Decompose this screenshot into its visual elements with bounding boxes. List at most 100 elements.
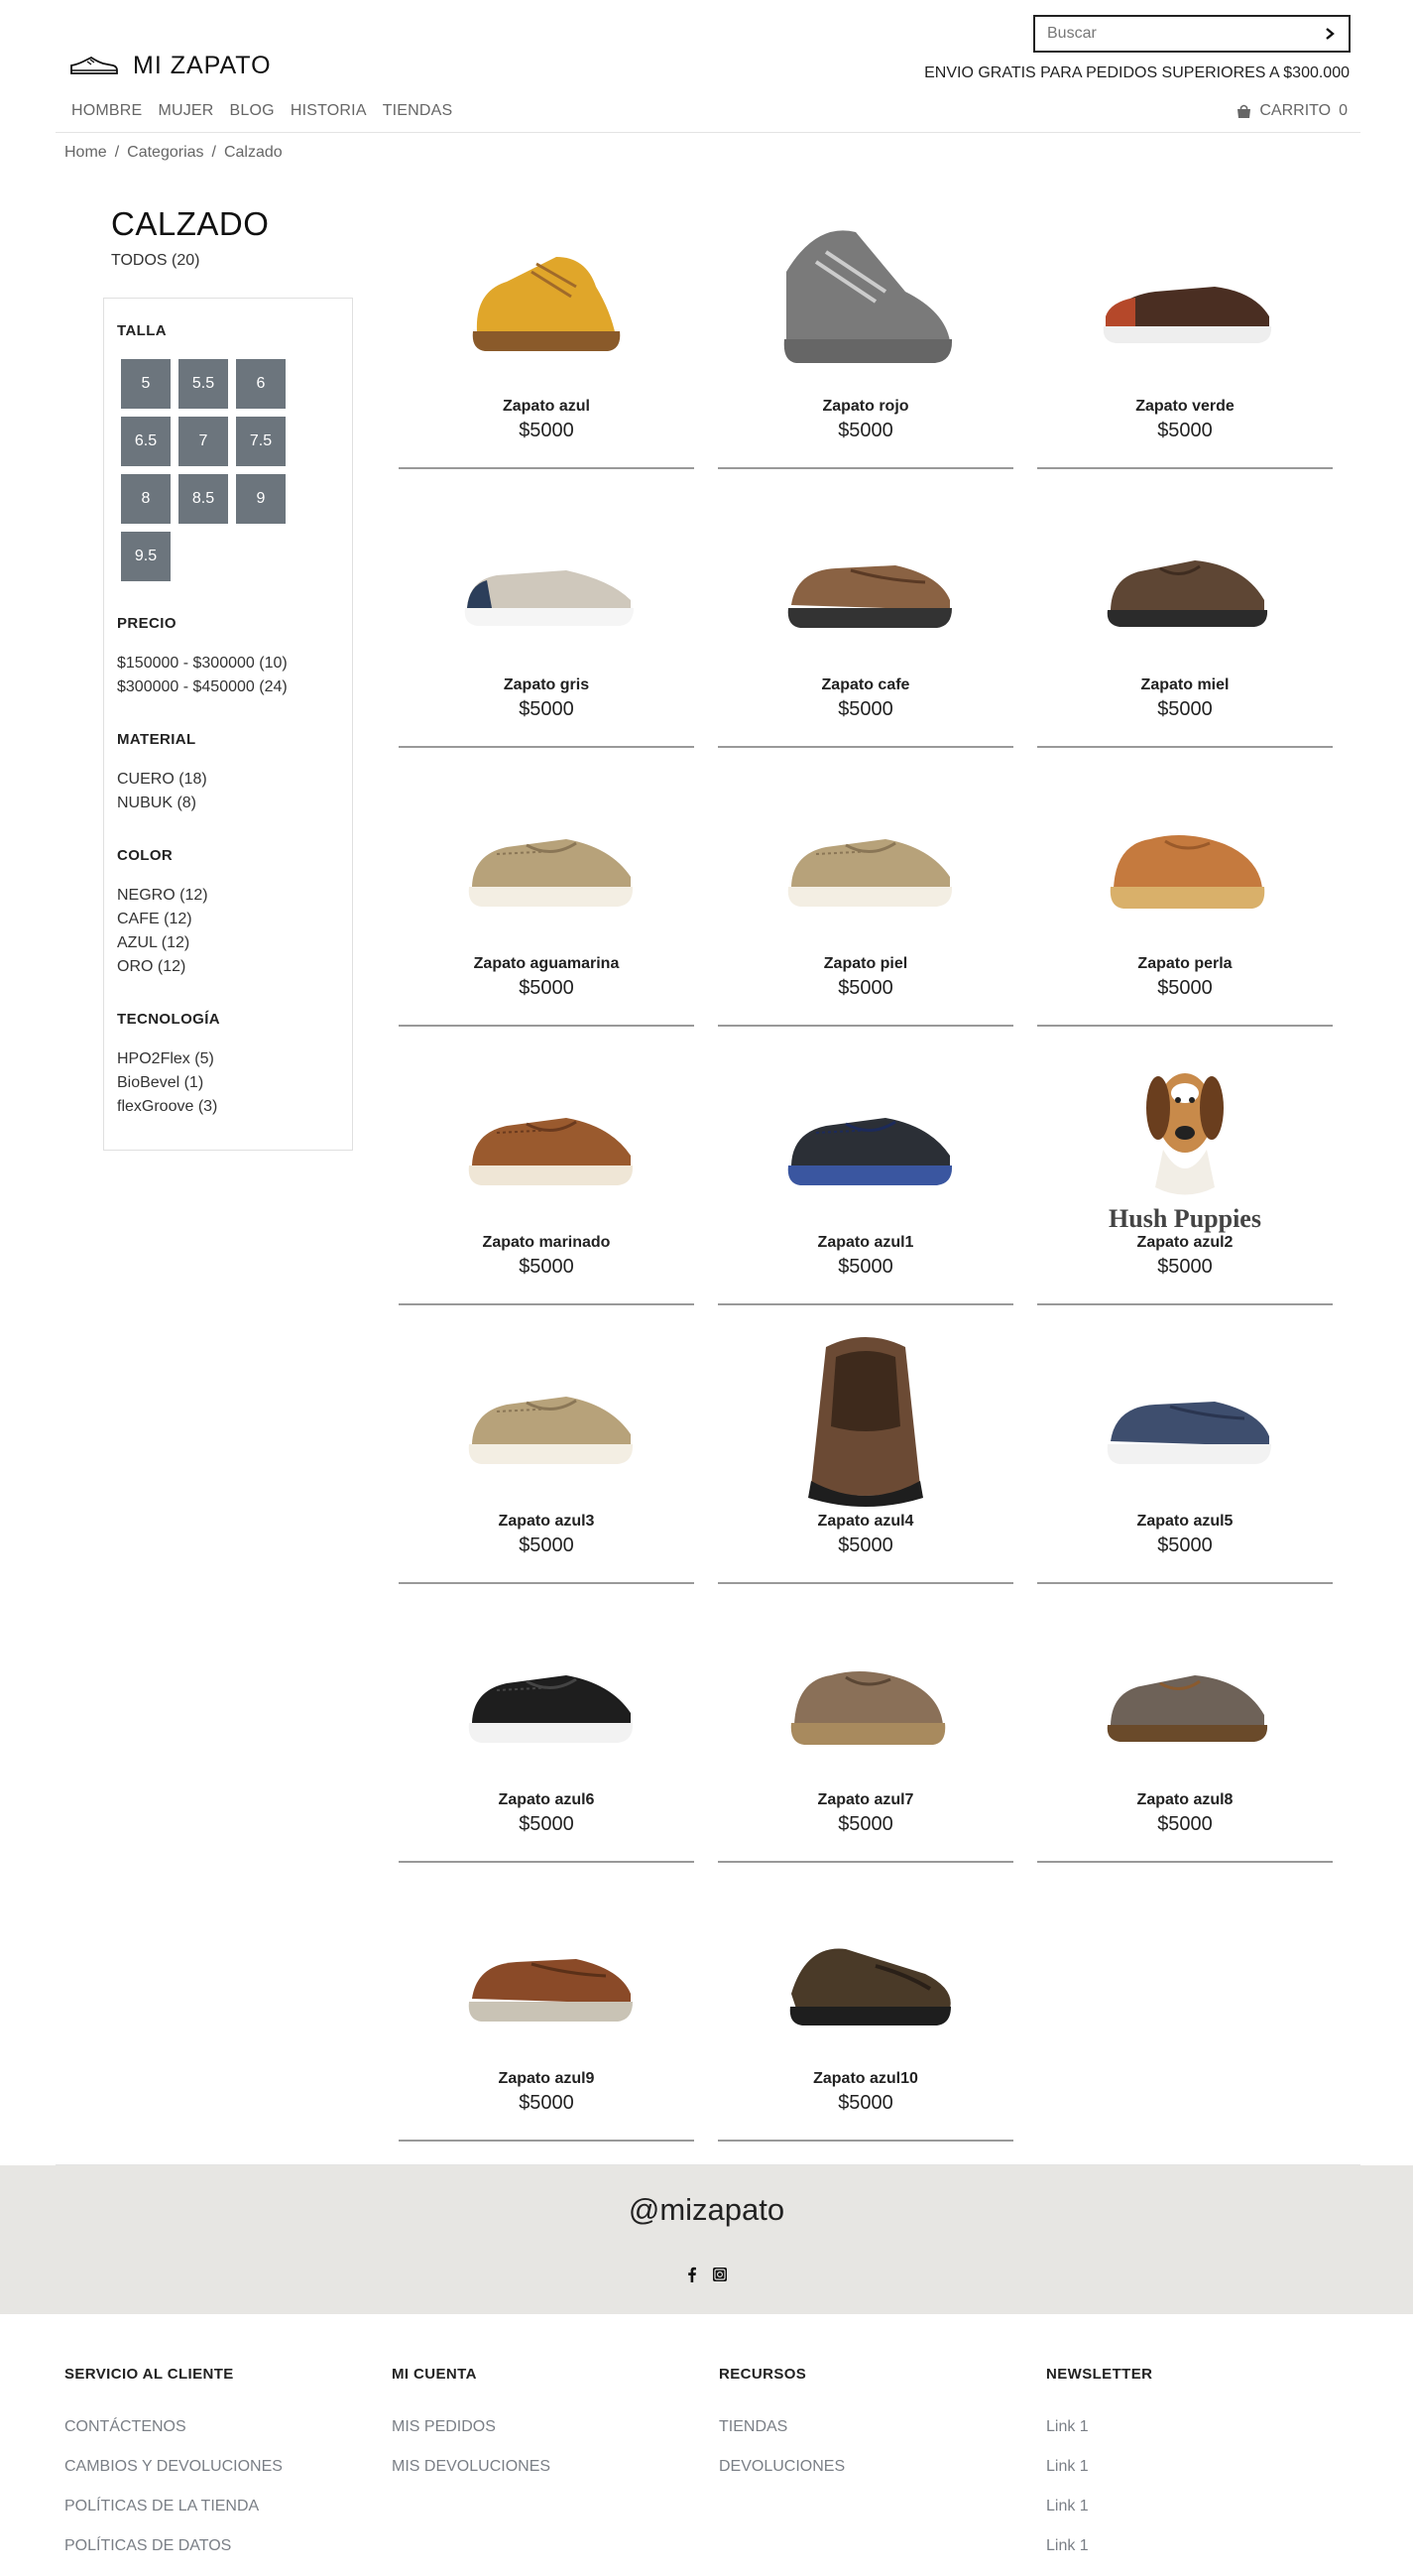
footer-link[interactable]: MIS PEDIDOS (392, 2407, 719, 2447)
tech-option[interactable]: HPO2Flex (5) (117, 1047, 339, 1071)
product-image[interactable] (718, 202, 1013, 401)
nav-historia[interactable]: HISTORIA (291, 102, 367, 120)
product-name[interactable]: Zapato verde (1037, 398, 1333, 416)
product-image[interactable] (718, 481, 1013, 679)
nav-mujer[interactable]: MUJER (158, 102, 213, 120)
footer-link[interactable]: CONTÁCTENOS (64, 2407, 392, 2447)
product-card[interactable]: Zapato perla $5000 (1037, 752, 1333, 1031)
product-image[interactable] (1037, 1317, 1333, 1516)
facebook-icon[interactable] (685, 2267, 699, 2282)
product-image[interactable] (718, 1596, 1013, 1794)
product-name[interactable]: Zapato azul1 (718, 1234, 1013, 1252)
product-card[interactable]: Zapato azul10 $5000 (718, 1867, 1013, 2146)
footer-link[interactable]: Link 1 (1046, 2447, 1373, 2487)
size-option[interactable]: 8 (121, 474, 171, 524)
product-image[interactable] (399, 760, 694, 958)
product-name[interactable]: Zapato azul9 (399, 2070, 694, 2088)
footer-link[interactable]: CAMBIOS Y DEVOLUCIONES (64, 2447, 392, 2487)
product-card[interactable]: Zapato marinado $5000 (399, 1031, 694, 1309)
product-name[interactable]: Zapato azul2 (1037, 1234, 1333, 1252)
product-name[interactable]: Zapato miel (1037, 676, 1333, 694)
product-name[interactable]: Zapato azul4 (718, 1513, 1013, 1531)
color-option[interactable]: NEGRO (12) (117, 884, 339, 908)
product-name[interactable]: Zapato aguamarina (399, 955, 694, 973)
product-name[interactable]: Zapato marinado (399, 1234, 694, 1252)
product-card[interactable]: Zapato azul8 $5000 (1037, 1588, 1333, 1867)
product-card[interactable]: Zapato aguamarina $5000 (399, 752, 694, 1031)
material-option[interactable]: NUBUK (8) (117, 792, 339, 815)
material-option[interactable]: CUERO (18) (117, 768, 339, 792)
product-image[interactable] (718, 760, 1013, 958)
product-card[interactable]: Zapato azul4 $5000 (718, 1309, 1013, 1588)
product-image[interactable] (399, 1317, 694, 1516)
product-card[interactable]: Zapato azul7 $5000 (718, 1588, 1013, 1867)
product-image[interactable] (1037, 481, 1333, 679)
product-image[interactable] (718, 1875, 1013, 2073)
footer-link[interactable]: TIENDAS (719, 2407, 1046, 2447)
product-image[interactable] (399, 1875, 694, 2073)
product-card[interactable]: Zapato azul3 $5000 (399, 1309, 694, 1588)
product-image[interactable] (718, 1039, 1013, 1237)
breadcrumb-categories[interactable]: Categorias (127, 144, 203, 162)
product-card[interactable]: Hush Puppies Zapato azul2 $5000 (1037, 1031, 1333, 1309)
size-option[interactable]: 5 (121, 359, 171, 409)
product-image[interactable] (399, 202, 694, 401)
product-name[interactable]: Zapato azul3 (399, 1513, 694, 1531)
nav-tiendas[interactable]: TIENDAS (383, 102, 453, 120)
product-image[interactable] (1037, 760, 1333, 958)
footer-link[interactable]: POLÍTICAS DE DATOS (64, 2526, 392, 2566)
product-name[interactable]: Zapato azul7 (718, 1791, 1013, 1809)
product-card[interactable]: Zapato rojo $5000 (718, 194, 1013, 473)
search-box[interactable] (1033, 15, 1351, 53)
product-card[interactable]: Zapato azul $5000 (399, 194, 694, 473)
product-image[interactable] (399, 1039, 694, 1237)
product-card[interactable]: Zapato azul1 $5000 (718, 1031, 1013, 1309)
product-card[interactable]: Zapato miel $5000 (1037, 473, 1333, 752)
footer-link[interactable]: Link 1 (1046, 2526, 1373, 2566)
product-card[interactable]: Zapato piel $5000 (718, 752, 1013, 1031)
price-option[interactable]: $300000 - $450000 (24) (117, 675, 339, 699)
color-option[interactable]: ORO (12) (117, 955, 339, 979)
size-option[interactable]: 9.5 (121, 532, 171, 581)
price-option[interactable]: $150000 - $300000 (10) (117, 652, 339, 675)
product-name[interactable]: Zapato azul6 (399, 1791, 694, 1809)
chevron-right-icon[interactable] (1323, 27, 1337, 41)
product-name[interactable]: Zapato cafe (718, 676, 1013, 694)
size-option[interactable]: 9 (236, 474, 286, 524)
product-name[interactable]: Zapato azul10 (718, 2070, 1013, 2088)
tech-option[interactable]: flexGroove (3) (117, 1095, 339, 1119)
product-image[interactable] (399, 481, 694, 679)
product-name[interactable]: Zapato piel (718, 955, 1013, 973)
product-name[interactable]: Zapato azul (399, 398, 694, 416)
product-image[interactable] (399, 1596, 694, 1794)
product-image[interactable]: Hush Puppies (1037, 1039, 1333, 1237)
search-input[interactable] (1047, 25, 1323, 43)
instagram-icon[interactable] (712, 2267, 728, 2282)
product-name[interactable]: Zapato rojo (718, 398, 1013, 416)
footer-link[interactable]: DEVOLUCIONES (719, 2447, 1046, 2487)
size-option[interactable]: 6 (236, 359, 286, 409)
product-image[interactable] (1037, 1596, 1333, 1794)
size-option[interactable]: 8.5 (178, 474, 228, 524)
footer-link[interactable]: Link 1 (1046, 2407, 1373, 2447)
tech-option[interactable]: BioBevel (1) (117, 1071, 339, 1095)
site-logo[interactable]: MI ZAPATO (69, 52, 272, 80)
footer-link[interactable]: MIS DEVOLUCIONES (392, 2447, 719, 2487)
product-name[interactable]: Zapato azul8 (1037, 1791, 1333, 1809)
nav-hombre[interactable]: HOMBRE (71, 102, 142, 120)
size-option[interactable]: 7.5 (236, 417, 286, 466)
product-image[interactable] (718, 1317, 1013, 1516)
size-option[interactable]: 6.5 (121, 417, 171, 466)
product-card[interactable]: Zapato gris $5000 (399, 473, 694, 752)
size-option[interactable]: 5.5 (178, 359, 228, 409)
product-name[interactable]: Zapato azul5 (1037, 1513, 1333, 1531)
product-card[interactable]: Zapato verde $5000 (1037, 194, 1333, 473)
cart-link[interactable]: CARRITO 0 (1236, 102, 1348, 120)
footer-link[interactable]: Link 1 (1046, 2487, 1373, 2526)
product-card[interactable]: Zapato azul6 $5000 (399, 1588, 694, 1867)
product-name[interactable]: Zapato perla (1037, 955, 1333, 973)
social-handle[interactable]: @mizapato (0, 2192, 1413, 2228)
size-option[interactable]: 7 (178, 417, 228, 466)
footer-link[interactable]: POLÍTICAS DE LA TIENDA (64, 2487, 392, 2526)
nav-blog[interactable]: BLOG (230, 102, 275, 120)
